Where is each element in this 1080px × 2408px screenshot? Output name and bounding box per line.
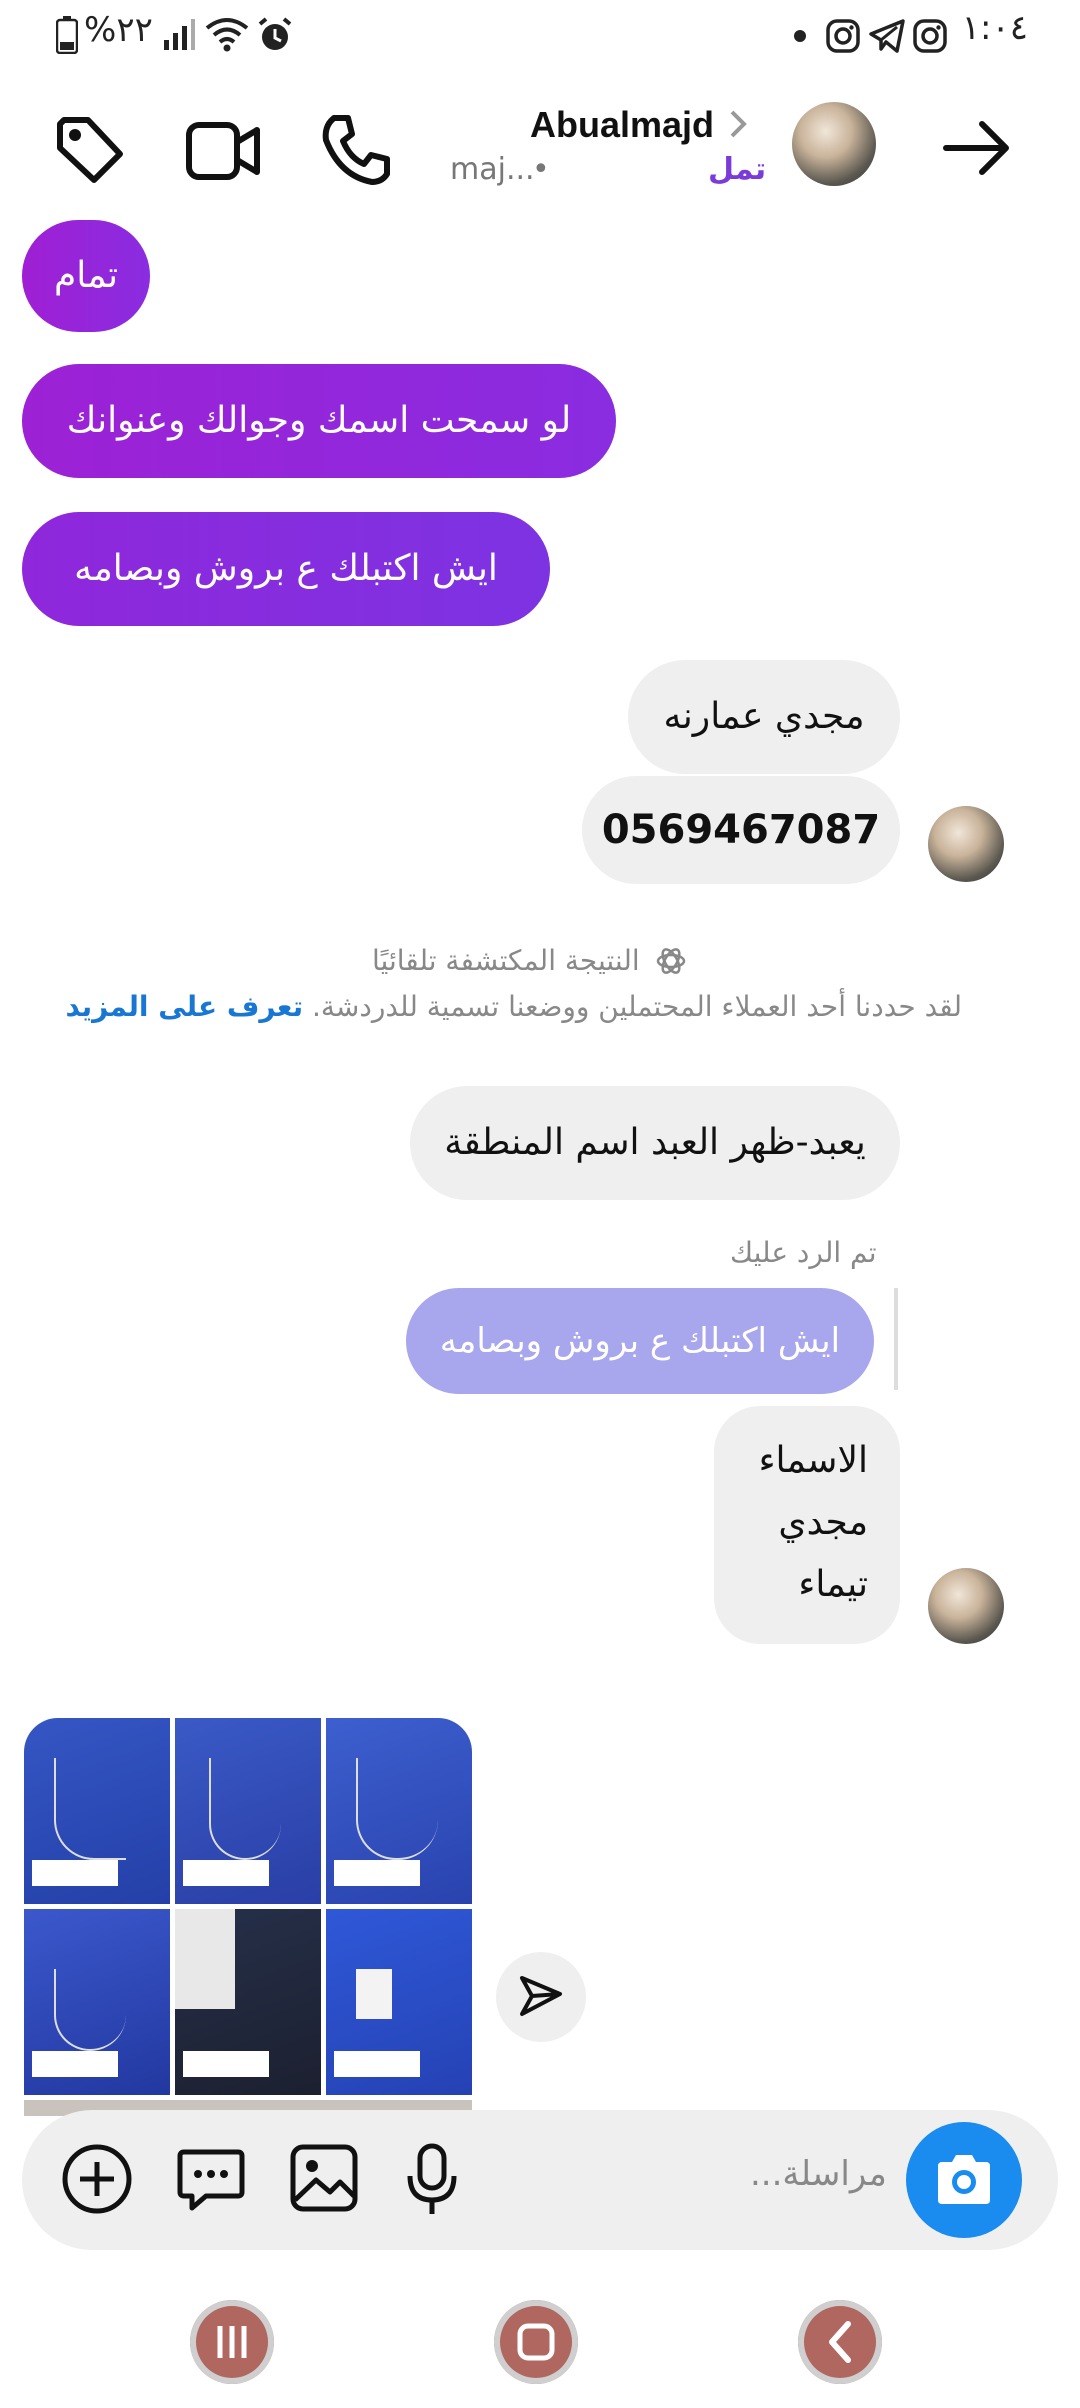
chain-shape <box>209 1758 281 1860</box>
image-tile <box>24 1909 170 2095</box>
auto-detected-body: لقد حددنا أحد العملاء المحتملين ووضعنا ت… <box>65 990 962 1023</box>
sent-message-bubble[interactable]: تمام <box>22 220 150 332</box>
video-call-icon[interactable] <box>186 120 260 182</box>
received-message-bubble[interactable]: مجدي عمارنه <box>628 660 900 774</box>
share-button[interactable] <box>496 1952 586 2042</box>
message-text: يعبد-ظهر العبد اسم المنطقة <box>444 1122 866 1163</box>
home-icon <box>516 2322 556 2362</box>
image-tile <box>175 1909 321 2095</box>
chat-label-tag[interactable]: تمل <box>708 152 766 187</box>
gallery-icon[interactable] <box>288 2142 360 2214</box>
microphone-icon[interactable] <box>404 2142 460 2218</box>
sticker-icon[interactable] <box>174 2142 248 2216</box>
instagram-icon-2 <box>825 18 861 54</box>
add-icon[interactable] <box>60 2142 134 2216</box>
received-message-bubble[interactable]: الاسماء مجدي تيماء <box>714 1406 900 1644</box>
caption-card <box>183 2051 269 2077</box>
battery-percent: %٢٢ <box>84 10 153 50</box>
instagram-icon <box>912 18 948 54</box>
back-arrow-icon[interactable] <box>942 118 1012 178</box>
reply-label: تم الرد عليك <box>730 1236 877 1269</box>
auto-detected-title: النتيجة المكتشفة تلقائيًا <box>372 944 640 977</box>
recent-apps-button[interactable] <box>190 2300 274 2384</box>
caption-card <box>183 1860 269 1886</box>
message-text: ايش اكتبلك ع بروش وبصامه <box>74 548 498 589</box>
chevron-right-icon[interactable] <box>728 108 748 140</box>
image-tile <box>326 1909 472 2095</box>
sent-message-bubble[interactable]: ايش اكتبلك ع بروش وبصامه <box>22 512 550 626</box>
message-line: تيماء <box>798 1564 868 1605</box>
notification-dot-icon <box>794 30 806 42</box>
sender-avatar[interactable] <box>928 806 1004 882</box>
back-chevron-icon <box>824 2320 856 2364</box>
contact-avatar[interactable] <box>792 102 876 186</box>
back-button[interactable] <box>798 2300 882 2384</box>
quoted-reply-bubble[interactable]: ايش اكتبلك ع بروش وبصامه <box>406 1288 874 1394</box>
message-text: تمام <box>53 255 119 296</box>
chain-shape <box>54 1758 126 1860</box>
quoted-text: ايش اكتبلك ع بروش وبصامه <box>439 1321 841 1361</box>
shared-image[interactable] <box>24 1718 472 2116</box>
contact-username: maj... <box>450 152 535 187</box>
caption-card <box>334 1860 420 1886</box>
caption-card <box>32 2051 118 2077</box>
chain-shape <box>356 1758 438 1860</box>
message-text: مجدي عمارنه <box>663 696 865 737</box>
signal-icon <box>162 18 196 52</box>
header-separator: • <box>532 152 550 187</box>
message-composer[interactable]: مراسلة... <box>22 2110 1058 2250</box>
image-tile <box>326 1718 472 1904</box>
wifi-icon <box>204 16 250 54</box>
alarm-icon <box>256 16 294 54</box>
camera-button[interactable] <box>906 2122 1022 2238</box>
telegram-icon <box>868 18 906 54</box>
contact-name[interactable]: Abualmajd <box>530 104 714 146</box>
status-time: ١:٠٤ <box>961 8 1028 48</box>
auto-detected-notice: النتيجة المكتشفة تلقائيًا <box>372 944 640 977</box>
status-bar: ١:٠٤ %٢٢ <box>0 0 1080 72</box>
learn-more-link[interactable]: تعرف على المزيد <box>65 990 303 1023</box>
message-line: الاسماء <box>758 1440 868 1481</box>
reply-indicator-bar <box>894 1288 898 1390</box>
chain-shape <box>54 1969 126 2051</box>
chat-header: Abualmajd maj... • تمل <box>0 90 1080 210</box>
tag-icon[interactable] <box>54 114 126 186</box>
image-tile <box>175 1718 321 1904</box>
received-message-bubble[interactable]: 0569467087 <box>582 776 900 884</box>
message-input-placeholder[interactable]: مراسلة... <box>750 2154 887 2194</box>
message-line: مجدي <box>778 1502 868 1543</box>
atom-icon <box>656 946 686 976</box>
shirt-shape <box>175 1909 235 2009</box>
send-icon <box>518 1974 564 2020</box>
caption-card <box>334 2051 420 2077</box>
phone-icon[interactable] <box>320 114 390 186</box>
battery-icon <box>56 16 78 54</box>
home-button[interactable] <box>494 2300 578 2384</box>
recent-apps-icon <box>214 2322 250 2362</box>
cuff-shape <box>356 1969 392 2019</box>
auto-detected-body-text: لقد حددنا أحد العملاء المحتملين ووضعنا ت… <box>312 990 962 1023</box>
sent-message-bubble[interactable]: لو سمحت اسمك وجوالك وعنوانك <box>22 364 616 478</box>
phone-number-text[interactable]: 0569467087 <box>602 807 880 853</box>
message-text: لو سمحت اسمك وجوالك وعنوانك <box>66 400 572 441</box>
received-message-bubble[interactable]: يعبد-ظهر العبد اسم المنطقة <box>410 1086 900 1200</box>
camera-icon <box>934 2152 994 2206</box>
sender-avatar[interactable] <box>928 1568 1004 1644</box>
image-tile <box>24 1718 170 1904</box>
caption-card <box>32 1860 118 1886</box>
